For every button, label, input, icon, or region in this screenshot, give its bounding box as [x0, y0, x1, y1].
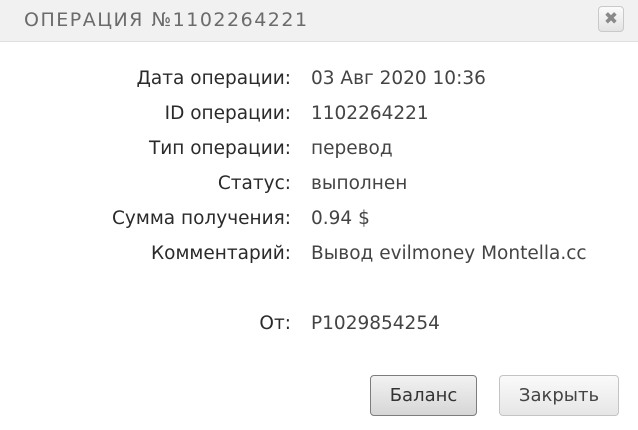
detail-row-type: Тип операции: перевод — [0, 138, 638, 168]
status-label: Статус: — [217, 173, 291, 194]
balance-button[interactable]: Баланс — [370, 375, 477, 416]
id-label: ID операции: — [164, 103, 291, 124]
dialog-header: ОПЕРАЦИЯ №1102264221 ✖ — [0, 0, 638, 42]
close-button[interactable]: Закрыть — [499, 375, 619, 416]
comment-label: Комментарий: — [151, 243, 291, 264]
date-label: Дата операции: — [136, 68, 291, 89]
status-value: выполнен — [311, 173, 408, 194]
comment-value: Вывод evilmoney Montella.cc — [311, 243, 587, 264]
type-value: перевод — [311, 138, 393, 159]
from-label: От: — [259, 313, 291, 334]
detail-row-id: ID операции: 1102264221 — [0, 103, 638, 133]
detail-row-from: От: P1029854254 — [0, 313, 638, 343]
amount-label: Сумма получения: — [112, 208, 291, 229]
operation-dialog: ОПЕРАЦИЯ №1102264221 ✖ Дата операции: 03… — [0, 0, 638, 430]
id-value: 1102264221 — [311, 103, 429, 124]
dialog-close-button[interactable]: ✖ — [598, 6, 624, 32]
dialog-title: ОПЕРАЦИЯ №1102264221 — [24, 9, 309, 31]
detail-row-date: Дата операции: 03 Авг 2020 10:36 — [0, 68, 638, 98]
detail-row-amount: Сумма получения: 0.94 $ — [0, 208, 638, 238]
detail-row-comment: Комментарий: Вывод evilmoney Montella.cc — [0, 243, 638, 273]
from-value: P1029854254 — [311, 313, 440, 334]
type-label: Тип операции: — [148, 138, 291, 159]
date-value: 03 Авг 2020 10:36 — [311, 68, 486, 89]
amount-value: 0.94 $ — [311, 208, 370, 229]
detail-row-status: Статус: выполнен — [0, 173, 638, 203]
close-icon: ✖ — [603, 8, 619, 29]
